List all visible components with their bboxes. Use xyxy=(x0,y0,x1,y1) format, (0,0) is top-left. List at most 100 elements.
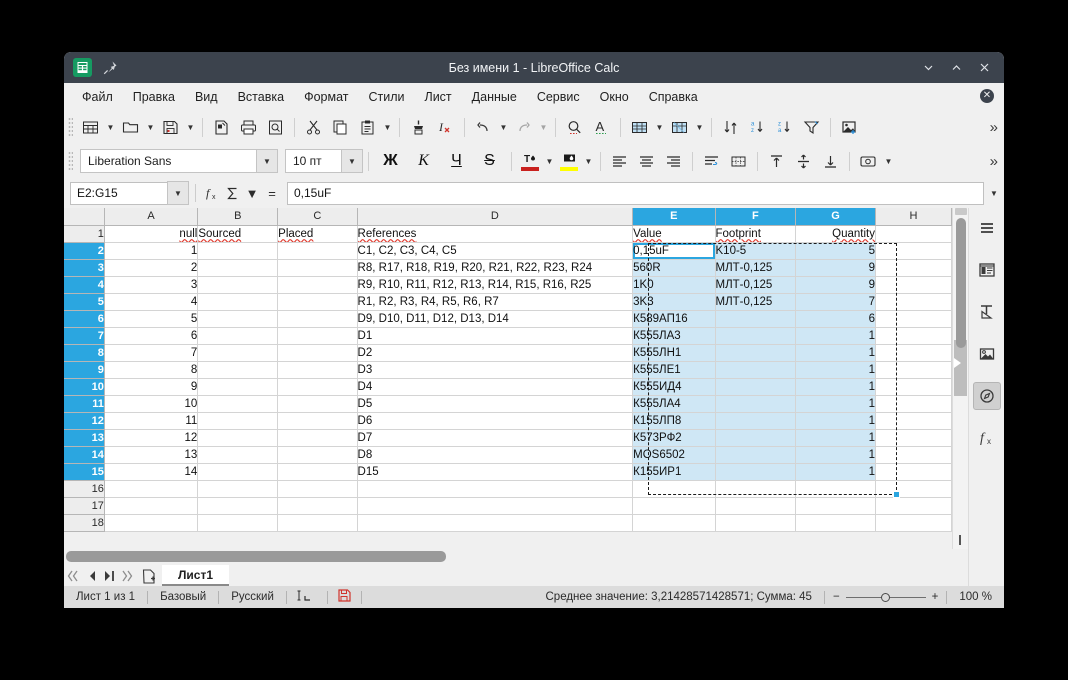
table-row[interactable]: 9 8 D3 К555ЛЕ1 1 xyxy=(64,361,952,379)
cell-E12[interactable]: К155ЛП8 xyxy=(632,412,716,430)
cell-E9[interactable]: К555ЛЕ1 xyxy=(632,361,716,379)
align-center-icon[interactable] xyxy=(633,148,660,174)
new-document-icon[interactable] xyxy=(77,114,104,140)
cell-C5[interactable] xyxy=(277,293,358,311)
cell-A5[interactable]: 4 xyxy=(104,293,199,311)
print-preview-icon[interactable] xyxy=(262,114,289,140)
document-modified-icon[interactable] xyxy=(328,589,361,605)
formula-input-line[interactable]: 0,15uF xyxy=(287,181,984,205)
cell-E14[interactable]: MOS6502 xyxy=(632,446,716,464)
cell-G11[interactable]: 1 xyxy=(795,395,876,413)
previous-sheet-icon[interactable] xyxy=(82,566,100,586)
equals-icon[interactable]: = xyxy=(262,182,282,204)
cell-H15[interactable] xyxy=(875,463,952,481)
cell-F16[interactable] xyxy=(715,480,797,498)
cell-A2[interactable]: 1 xyxy=(104,242,199,260)
cell-A15[interactable]: 14 xyxy=(104,463,199,481)
row-header-17[interactable]: 17 xyxy=(64,497,105,515)
cell-E16[interactable] xyxy=(632,480,716,498)
row-header-5[interactable]: 5 xyxy=(64,293,105,311)
table-row[interactable]: 10 9 D4 К555ИД4 1 xyxy=(64,378,952,396)
font-name-dropdown[interactable]: ▼ xyxy=(256,149,278,173)
paste-icon[interactable] xyxy=(354,114,381,140)
row-header-15[interactable]: 15 xyxy=(64,463,105,481)
cell-C10[interactable] xyxy=(277,378,358,396)
cell-B16[interactable] xyxy=(197,480,279,498)
merge-cells-icon[interactable] xyxy=(725,148,752,174)
cell-C6[interactable] xyxy=(277,310,358,328)
cell-E11[interactable]: К555ЛА4 xyxy=(632,395,716,413)
column-header-b[interactable]: B xyxy=(197,208,279,226)
cell-F10[interactable] xyxy=(715,378,797,396)
cell-A12[interactable]: 11 xyxy=(104,412,199,430)
open-file-icon[interactable] xyxy=(117,114,144,140)
cell-B15[interactable] xyxy=(197,463,279,481)
cell-E17[interactable] xyxy=(632,497,716,515)
cell-E13[interactable]: К573РФ2 xyxy=(632,429,716,447)
row-header-18[interactable]: 18 xyxy=(64,514,105,532)
cell-D13[interactable]: D7 xyxy=(357,429,634,447)
table-row[interactable]: 4 3 R9, R10, R11, R12, R13, R14, R15, R16,… xyxy=(64,276,952,294)
cell-C11[interactable] xyxy=(277,395,358,413)
clear-formatting-icon[interactable]: I xyxy=(432,114,459,140)
cell-C14[interactable] xyxy=(277,446,358,464)
cell-H4[interactable] xyxy=(875,276,952,294)
row-header-13[interactable]: 13 xyxy=(64,429,105,447)
row-icon[interactable] xyxy=(626,114,653,140)
cell-A4[interactable]: 3 xyxy=(104,276,199,294)
row-header-7[interactable]: 7 xyxy=(64,327,105,345)
cell-H2[interactable] xyxy=(875,242,952,260)
cell-D1[interactable]: References xyxy=(357,225,634,243)
cell-H11[interactable] xyxy=(875,395,952,413)
pin-icon[interactable] xyxy=(102,60,118,76)
sidebar-styles-icon[interactable] xyxy=(973,298,1001,326)
cell-H6[interactable] xyxy=(875,310,952,328)
maximize-button[interactable] xyxy=(942,55,970,81)
table-row[interactable]: 8 7 D2 К555ЛН1 1 xyxy=(64,344,952,362)
cell-A7[interactable]: 6 xyxy=(104,327,199,345)
row-header-9[interactable]: 9 xyxy=(64,361,105,379)
cell-H9[interactable] xyxy=(875,361,952,379)
cell-C1[interactable]: Placed xyxy=(277,225,358,243)
cell-F4[interactable]: МЛТ-0,125 xyxy=(715,276,797,294)
cell-B17[interactable] xyxy=(197,497,279,515)
function-wizard-icon[interactable]: fx xyxy=(202,182,222,204)
cell-D10[interactable]: D4 xyxy=(357,378,634,396)
table-row[interactable]: 18 xyxy=(64,514,952,532)
name-box[interactable]: E2:G15 xyxy=(70,181,168,205)
sidebar-settings-icon[interactable] xyxy=(973,214,1001,242)
column-icon[interactable] xyxy=(666,114,693,140)
cell-F3[interactable]: МЛТ-0,125 xyxy=(715,259,797,277)
save-icon[interactable] xyxy=(157,114,184,140)
cell-H18[interactable] xyxy=(875,514,952,532)
cell-style-icon[interactable] xyxy=(855,148,882,174)
add-sheet-icon[interactable] xyxy=(136,566,162,586)
column-header-c[interactable]: C xyxy=(277,208,358,226)
print-icon[interactable] xyxy=(235,114,262,140)
cell-C3[interactable] xyxy=(277,259,358,277)
align-left-icon[interactable] xyxy=(606,148,633,174)
table-row[interactable]: 2 1 C1, C2, C3, C4, C5 0,15uF K10-5 5 xyxy=(64,242,952,260)
new-document-dropdown[interactable]: ▼ xyxy=(104,114,117,140)
sort-ascending-icon[interactable]: az xyxy=(744,114,771,140)
cell-C15[interactable] xyxy=(277,463,358,481)
cell-G2[interactable]: 5 xyxy=(795,242,876,260)
column-header-g[interactable]: G xyxy=(795,208,876,226)
cell-A3[interactable]: 2 xyxy=(104,259,199,277)
cell-G7[interactable]: 1 xyxy=(795,327,876,345)
row-header-2[interactable]: 2 xyxy=(64,242,105,260)
column-header-a[interactable]: A xyxy=(104,208,199,226)
cell-F1[interactable]: Footprint xyxy=(715,225,797,243)
cell-B18[interactable] xyxy=(197,514,279,532)
menu-item-window[interactable]: Окно xyxy=(590,87,639,107)
minimize-button[interactable] xyxy=(914,55,942,81)
cell-F2[interactable]: K10-5 xyxy=(715,242,797,260)
cell-D2[interactable]: C1, C2, C3, C4, C5 xyxy=(357,242,634,260)
table-row[interactable]: 7 6 D1 К555ЛА3 1 xyxy=(64,327,952,345)
cell-F15[interactable] xyxy=(715,463,797,481)
cell-G15[interactable]: 1 xyxy=(795,463,876,481)
sidebar-navigator-icon[interactable] xyxy=(972,382,1001,410)
cell-D12[interactable]: D6 xyxy=(357,412,634,430)
cell-E3[interactable]: 560R xyxy=(632,259,716,277)
row-dropdown[interactable]: ▼ xyxy=(653,114,666,140)
